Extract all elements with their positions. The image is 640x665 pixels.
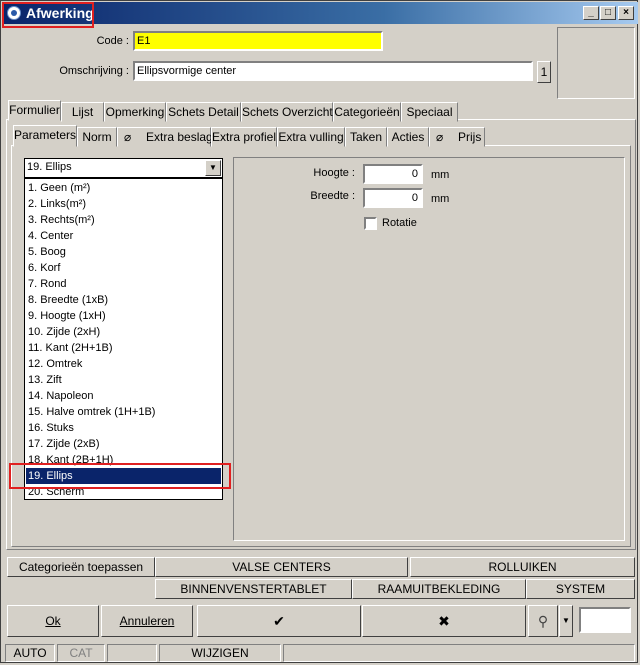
ok-button[interactable]: Ok — [7, 605, 99, 637]
type-dropdown-list[interactable]: 1. Geen (m²) 2. Links(m²) 3. Rechts(m²) … — [24, 178, 223, 500]
type-dropdown-value: 19. Ellips — [27, 161, 72, 173]
parameters-panel — [233, 157, 625, 541]
tab-categorieen[interactable]: Categorieën — [333, 102, 401, 122]
code-field[interactable]: E1 — [133, 31, 383, 51]
list-item[interactable]: 12. Omtrek — [26, 356, 221, 372]
afwerking-window: Afwerking _ □ × Code : E1 Omschrijving :… — [0, 0, 638, 663]
search-binoculars-button[interactable]: ⚲ — [528, 605, 558, 637]
hoogte-unit: mm — [431, 169, 450, 181]
subtab-extra-profiel[interactable]: Extra profiel — [211, 127, 277, 147]
hoogte-input[interactable]: 0 — [363, 164, 423, 184]
list-item[interactable]: 1. Geen (m²) — [26, 180, 221, 196]
language-button[interactable]: 1 — [537, 61, 551, 83]
list-item[interactable]: 11. Kant (2H+1B) — [26, 340, 221, 356]
list-item[interactable]: 3. Rechts(m²) — [26, 212, 221, 228]
breedte-input[interactable]: 0 — [363, 188, 423, 208]
hoogte-label: Hoogte : — [313, 167, 355, 179]
search-input[interactable] — [579, 607, 631, 633]
tab-speciaal[interactable]: Speciaal — [401, 102, 458, 122]
omschrijving-label: Omschrijving : — [59, 65, 129, 77]
paperclip-icon: ⌀ — [436, 130, 444, 144]
list-item[interactable]: 5. Boog — [26, 244, 221, 260]
categorieen-toepassen-button[interactable]: Categorieën toepassen — [7, 557, 155, 577]
maximize-button[interactable]: □ — [600, 6, 616, 20]
subtab-extra-vulling[interactable]: Extra vulling — [277, 127, 345, 147]
list-item[interactable]: 17. Zijde (2xB) — [26, 436, 221, 452]
title-bar[interactable]: Afwerking _ □ × — [2, 2, 638, 24]
status-cat: CAT — [57, 644, 105, 662]
tab-lijst[interactable]: Lijst — [61, 102, 104, 122]
list-item[interactable]: 4. Center — [26, 228, 221, 244]
status-mode: WIJZIGEN — [159, 644, 281, 662]
code-label: Code : — [96, 35, 129, 47]
list-item[interactable]: 13. Zift — [26, 372, 221, 388]
subtab-prijs-label: Prijs — [458, 130, 482, 144]
tab-opmerking[interactable]: Opmerking — [104, 102, 166, 122]
subtab-taken[interactable]: Taken — [345, 127, 387, 147]
selection-highlight — [9, 463, 231, 489]
subtab-extra-beslag-label: Extra beslag — [146, 130, 213, 144]
breedte-label: Breedte : — [310, 190, 355, 202]
subtab-acties[interactable]: Acties — [387, 127, 429, 147]
rolluiken-button[interactable]: ROLLUIKEN — [410, 557, 635, 577]
image-preview — [557, 27, 635, 99]
subtab-extra-beslag[interactable]: ⌀ Extra beslag — [117, 127, 213, 147]
raamuitbekleding-button[interactable]: RAAMUITBEKLEDING — [352, 579, 526, 599]
subtab-norm[interactable]: Norm — [77, 127, 117, 147]
x-icon: ✖ — [438, 613, 450, 629]
list-item[interactable]: 9. Hoogte (1xH) — [26, 308, 221, 324]
title-highlight — [2, 2, 94, 28]
valse-centers-button[interactable]: VALSE CENTERS — [155, 557, 408, 577]
rotatie-checkbox[interactable] — [364, 217, 377, 230]
close-button[interactable]: × — [618, 6, 634, 20]
list-item[interactable]: 16. Stuks — [26, 420, 221, 436]
paperclip-icon: ⌀ — [124, 130, 132, 144]
status-message — [283, 644, 635, 662]
rotatie-label: Rotatie — [382, 217, 417, 229]
system-button[interactable]: SYSTEM — [526, 579, 635, 599]
subtab-parameters[interactable]: Parameters — [13, 125, 77, 147]
tab-schets-detail[interactable]: Schets Detail — [166, 102, 241, 122]
search-dropdown-button[interactable]: ▼ — [559, 605, 573, 637]
list-item[interactable]: 10. Zijde (2xH) — [26, 324, 221, 340]
list-item[interactable]: 8. Breedte (1xB) — [26, 292, 221, 308]
list-item[interactable]: 7. Rond — [26, 276, 221, 292]
type-dropdown[interactable]: 19. Ellips ▼ — [24, 158, 223, 178]
annuleren-button[interactable]: Annuleren — [101, 605, 193, 637]
omschrijving-field[interactable]: Ellipsvormige center — [133, 61, 533, 81]
list-item[interactable]: 14. Napoleon — [26, 388, 221, 404]
tab-formulier[interactable]: Formulier — [8, 100, 61, 121]
binoculars-icon: ⚲ — [537, 613, 549, 629]
dropdown-arrow-button[interactable]: ▼ — [205, 160, 221, 176]
list-item[interactable]: 15. Halve omtrek (1H+1B) — [26, 404, 221, 420]
minimize-button[interactable]: _ — [583, 6, 599, 20]
status-auto: AUTO — [5, 644, 55, 662]
cancel-x-button[interactable]: ✖ — [362, 605, 526, 637]
list-item[interactable]: 2. Links(m²) — [26, 196, 221, 212]
status-empty — [107, 644, 157, 662]
confirm-check-button[interactable]: ✔ — [197, 605, 361, 637]
list-item[interactable]: 6. Korf — [26, 260, 221, 276]
breedte-unit: mm — [431, 193, 450, 205]
check-icon: ✔ — [273, 613, 285, 629]
subtab-prijs[interactable]: ⌀ Prijs — [429, 127, 485, 147]
tab-schets-overzicht[interactable]: Schets Overzicht — [241, 102, 333, 122]
binnenvenstertablet-button[interactable]: BINNENVENSTERTABLET — [155, 579, 352, 599]
